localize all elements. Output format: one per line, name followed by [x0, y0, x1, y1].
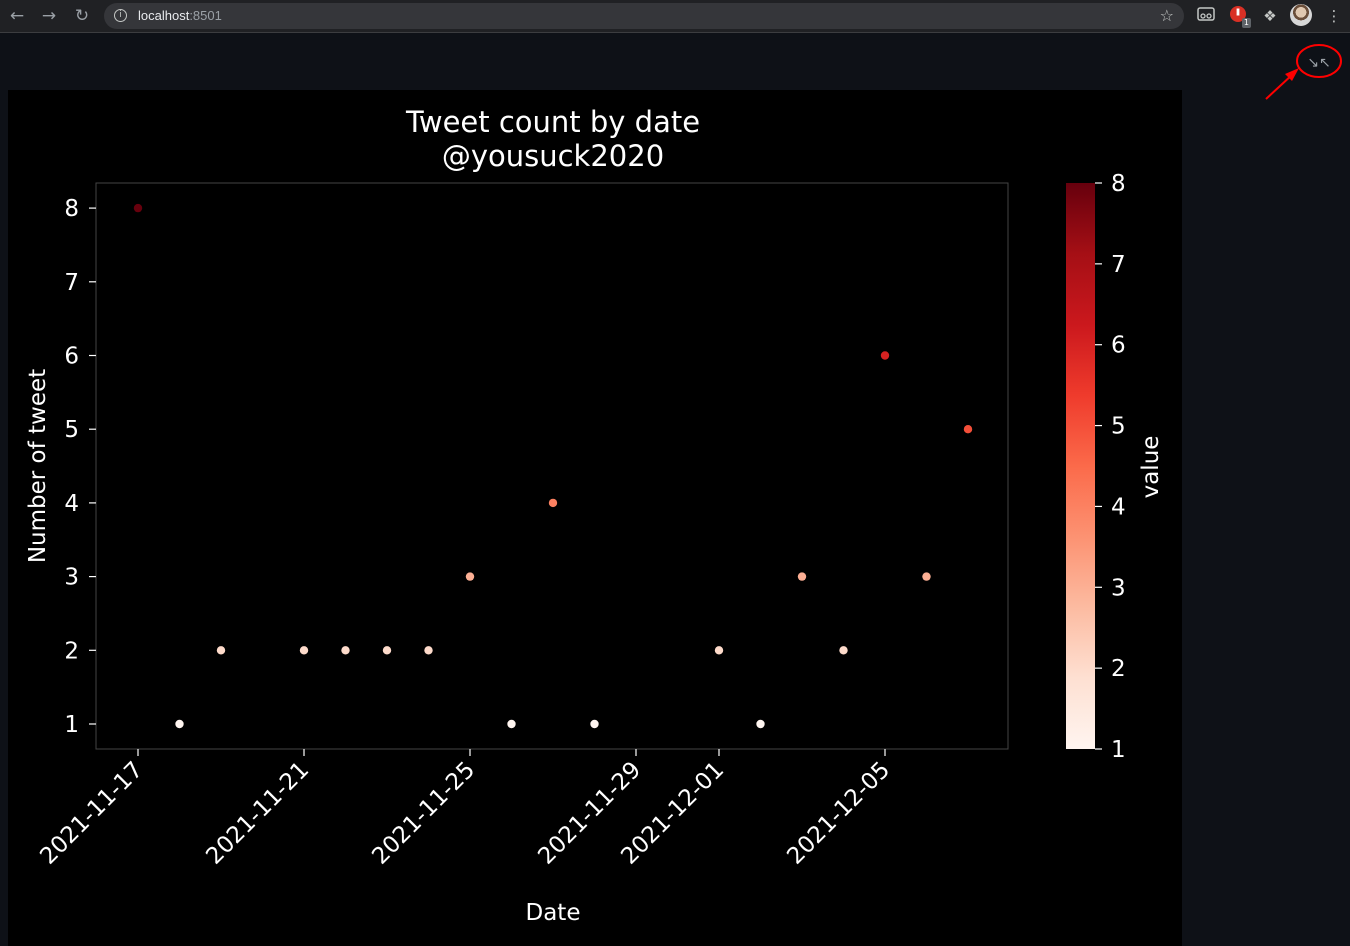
plot-area-frame	[95, 182, 1009, 750]
red-annotation	[1265, 44, 1342, 100]
chart-figure: Tweet count by date @yousuck2020 Number …	[8, 90, 1182, 946]
y-tick-label-1: 2	[64, 638, 79, 664]
glasses-icon	[1197, 7, 1215, 21]
colorbar-label: value	[1138, 436, 1164, 499]
y-tick-label-6: 7	[64, 270, 79, 296]
data-point-7	[465, 572, 475, 581]
y-tick-label-4: 5	[64, 417, 79, 443]
colorbar-tick-label-7: 8	[1111, 171, 1126, 197]
url-text[interactable]: localhost:8501	[138, 8, 222, 23]
colorbar-tick-label-3: 4	[1111, 494, 1126, 520]
data-point-12	[756, 719, 765, 729]
y-tick-label-0: 1	[64, 712, 79, 738]
y-tick-label-7: 8	[64, 196, 79, 222]
data-point-16	[922, 572, 931, 581]
profile-avatar[interactable]	[1290, 4, 1312, 26]
reload-button[interactable]: ↻	[70, 4, 94, 28]
glasses-extension-button[interactable]	[1195, 5, 1217, 27]
browser-menu-button[interactable]: ⋮	[1323, 5, 1345, 27]
data-point-5	[382, 646, 392, 655]
data-point-9	[548, 498, 558, 508]
data-point-10	[590, 719, 599, 729]
chart-subtitle: @yousuck2020	[442, 139, 664, 173]
arrow-right-icon: →	[41, 6, 57, 26]
forward-button[interactable]: →	[37, 4, 61, 28]
data-point-6	[424, 646, 433, 655]
x-tick-label-1: 2021-11-21	[201, 757, 314, 870]
data-point-0	[133, 203, 143, 213]
data-point-13	[797, 572, 807, 581]
x-tick-label-5: 2021-12-05	[782, 757, 895, 870]
colorbar-tick-label-4: 5	[1111, 414, 1126, 440]
extensions-button[interactable]: ❖	[1259, 5, 1281, 27]
browser-toolbar: ← → ↻ i localhost:8501 ☆ 1 ❖ ⋮	[0, 0, 1350, 33]
colorbar-tick-label-5: 6	[1111, 333, 1126, 359]
red-extension-button[interactable]: 1	[1227, 5, 1251, 28]
data-point-1	[175, 719, 184, 729]
x-tick-label-0: 2021-11-17	[35, 757, 148, 870]
data-point-8	[507, 719, 516, 729]
scatter-chart: Tweet count by date @yousuck2020 Number …	[25, 105, 1164, 926]
y-tick-label-2: 3	[64, 565, 79, 591]
back-button[interactable]: ←	[5, 4, 29, 28]
y-axis-label: Number of tweet	[25, 369, 51, 563]
puzzle-icon: ❖	[1263, 7, 1277, 25]
data-point-17	[963, 425, 973, 434]
colorbar-tick-label-1: 2	[1111, 656, 1126, 682]
x-axis-label: Date	[526, 900, 581, 926]
extension-badge: 1	[1241, 18, 1251, 28]
url-port: :8501	[189, 8, 222, 23]
data-point-3	[299, 646, 309, 655]
x-tick-label-2: 2021-11-25	[367, 757, 480, 870]
kebab-menu-icon: ⋮	[1326, 7, 1342, 25]
colorbar-tick-label-6: 7	[1111, 252, 1126, 278]
data-point-15	[880, 351, 890, 360]
address-bar[interactable]: i localhost:8501 ☆	[104, 3, 1184, 29]
data-point-11	[714, 646, 724, 655]
arrow-left-icon: ←	[9, 6, 25, 26]
info-icon[interactable]: i	[114, 9, 127, 22]
reload-icon: ↻	[74, 6, 90, 26]
y-tick-label-5: 6	[64, 344, 79, 370]
star-icon[interactable]: ☆	[1160, 6, 1174, 25]
url-host: localhost	[138, 8, 190, 23]
y-tick-label-3: 4	[64, 491, 79, 517]
data-point-2	[216, 646, 226, 655]
colorbar	[1066, 183, 1095, 749]
chart-title: Tweet count by date	[405, 105, 700, 139]
data-point-4	[341, 646, 350, 655]
data-point-14	[839, 646, 848, 655]
colorbar-tick-label-2: 3	[1111, 575, 1126, 601]
colorbar-tick-label-0: 1	[1111, 737, 1126, 763]
